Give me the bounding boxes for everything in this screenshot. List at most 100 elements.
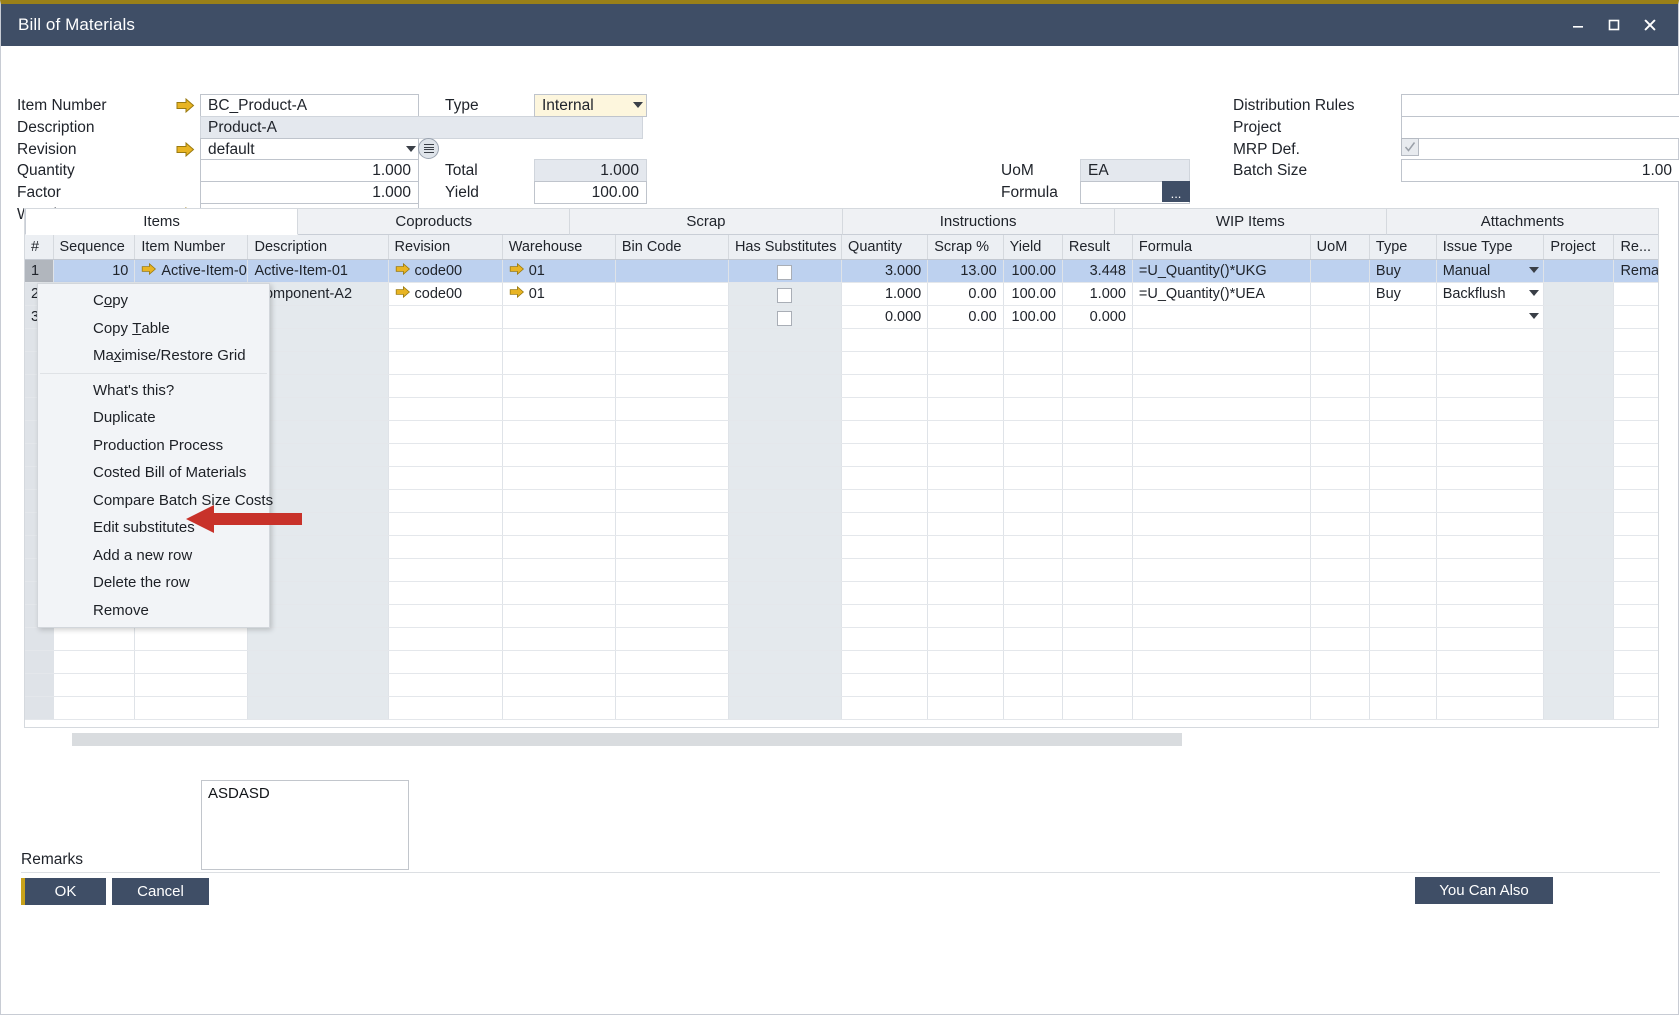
cell-bin-code[interactable] bbox=[615, 558, 728, 581]
context-menu-item-duplicate[interactable]: Duplicate bbox=[38, 404, 269, 432]
cell-project[interactable] bbox=[1544, 581, 1614, 604]
cell-warehouse[interactable] bbox=[502, 558, 615, 581]
col-scrap-pct[interactable]: Scrap % bbox=[928, 235, 1003, 259]
cell-issue-type[interactable] bbox=[1436, 604, 1544, 627]
cell-warehouse[interactable] bbox=[502, 650, 615, 673]
cell-formula[interactable] bbox=[1132, 696, 1310, 719]
cell-yield[interactable] bbox=[1003, 374, 1062, 397]
cell-project[interactable] bbox=[1544, 374, 1614, 397]
cell-scrap-pct[interactable] bbox=[928, 581, 1003, 604]
cell-issue-type[interactable] bbox=[1436, 328, 1544, 351]
type-combo[interactable]: Internal bbox=[534, 94, 647, 117]
cell-has-substitutes[interactable] bbox=[728, 443, 841, 466]
type-chevron-down-icon[interactable] bbox=[633, 102, 643, 108]
cell-bin-code[interactable] bbox=[615, 650, 728, 673]
cell-yield[interactable] bbox=[1003, 604, 1062, 627]
cell-remarks[interactable] bbox=[1614, 673, 1658, 696]
cell-formula[interactable] bbox=[1132, 512, 1310, 535]
table-row[interactable] bbox=[25, 673, 1658, 696]
cell-uom[interactable] bbox=[1310, 604, 1369, 627]
cell-uom[interactable] bbox=[1310, 558, 1369, 581]
cell-yield[interactable]: 100.00 bbox=[1003, 305, 1062, 328]
cell-uom[interactable] bbox=[1310, 420, 1369, 443]
col-project[interactable]: Project bbox=[1544, 235, 1614, 259]
cell-issue-type[interactable] bbox=[1436, 627, 1544, 650]
tab-coproducts[interactable]: Coproducts bbox=[298, 209, 570, 235]
cell-quantity[interactable] bbox=[842, 397, 928, 420]
has-substitutes-checkbox[interactable] bbox=[777, 288, 792, 303]
issue-type-chevron-down-icon[interactable] bbox=[1529, 267, 1539, 273]
col-item-number[interactable]: Item Number bbox=[135, 235, 248, 259]
cell-scrap-pct[interactable] bbox=[928, 604, 1003, 627]
cell-project[interactable] bbox=[1544, 489, 1614, 512]
cell-revision[interactable] bbox=[388, 374, 502, 397]
col-issue-type[interactable]: Issue Type bbox=[1436, 235, 1544, 259]
item-number-field[interactable]: BC_Product-A bbox=[200, 94, 419, 117]
cell-bin-code[interactable] bbox=[615, 581, 728, 604]
col-bin-code[interactable]: Bin Code bbox=[615, 235, 728, 259]
context-menu-item-edit-substitutes[interactable]: Edit substitutes bbox=[38, 514, 269, 542]
grid-horizontal-scrollbar-thumb[interactable] bbox=[72, 733, 1182, 746]
cell-formula[interactable] bbox=[1132, 558, 1310, 581]
cell-bin-code[interactable] bbox=[615, 305, 728, 328]
cell-issue-type[interactable]: Backflush bbox=[1436, 282, 1544, 305]
cell-has-substitutes[interactable] bbox=[728, 581, 841, 604]
context-menu-item-add-a-new-row[interactable]: Add a new row bbox=[38, 542, 269, 570]
cell-yield[interactable] bbox=[1003, 696, 1062, 719]
cell-remarks[interactable] bbox=[1614, 351, 1658, 374]
cell-uom[interactable] bbox=[1310, 466, 1369, 489]
cell-warehouse[interactable] bbox=[502, 696, 615, 719]
yield-field[interactable]: 100.00 bbox=[534, 181, 647, 204]
cell-formula[interactable]: =U_Quantity()*UKG bbox=[1132, 259, 1310, 282]
cell-formula[interactable] bbox=[1132, 673, 1310, 696]
cell-remarks[interactable] bbox=[1614, 374, 1658, 397]
cell-bin-code[interactable] bbox=[615, 397, 728, 420]
cell-formula[interactable] bbox=[1132, 650, 1310, 673]
cell-type[interactable] bbox=[1369, 466, 1436, 489]
cell-remarks[interactable] bbox=[1614, 512, 1658, 535]
table-row[interactable] bbox=[25, 650, 1658, 673]
cell-issue-type[interactable] bbox=[1436, 466, 1544, 489]
cell-warehouse[interactable] bbox=[502, 535, 615, 558]
cell-issue-type[interactable] bbox=[1436, 443, 1544, 466]
cell-scrap-pct[interactable] bbox=[928, 696, 1003, 719]
cell-yield[interactable] bbox=[1003, 581, 1062, 604]
cell-item-number[interactable] bbox=[135, 627, 248, 650]
cell-revision[interactable] bbox=[388, 351, 502, 374]
table-row[interactable]: 1 10 Active-Item-01 Active-Item-01 bbox=[25, 259, 1658, 282]
cell-revision[interactable] bbox=[388, 489, 502, 512]
cell-scrap-pct[interactable] bbox=[928, 328, 1003, 351]
context-menu-item-production-process[interactable]: Production Process bbox=[38, 432, 269, 460]
cell-revision[interactable]: code00 bbox=[388, 282, 502, 305]
cell-uom[interactable] bbox=[1310, 305, 1369, 328]
cell-type[interactable] bbox=[1369, 305, 1436, 328]
cell-has-substitutes[interactable] bbox=[728, 374, 841, 397]
you-can-also-button[interactable]: You Can Also bbox=[1415, 877, 1553, 904]
context-menu-item-whats-this[interactable]: What's this? bbox=[38, 377, 269, 405]
cell-issue-type[interactable] bbox=[1436, 535, 1544, 558]
grid-horizontal-scrollbar-track[interactable] bbox=[24, 732, 1659, 747]
table-row[interactable] bbox=[25, 696, 1658, 719]
minimize-icon[interactable] bbox=[1560, 7, 1596, 43]
cell-project[interactable] bbox=[1544, 466, 1614, 489]
cell-issue-type[interactable] bbox=[1436, 397, 1544, 420]
cell-remarks[interactable] bbox=[1614, 420, 1658, 443]
cell-project[interactable] bbox=[1544, 535, 1614, 558]
item-number-link-arrow-icon[interactable] bbox=[176, 98, 195, 113]
cell-warehouse[interactable] bbox=[502, 420, 615, 443]
cell-quantity[interactable]: 3.000 bbox=[842, 259, 928, 282]
context-menu-item-costed-bill-of-materials[interactable]: Costed Bill of Materials bbox=[38, 459, 269, 487]
cell-issue-type[interactable] bbox=[1436, 696, 1544, 719]
cell-yield[interactable] bbox=[1003, 627, 1062, 650]
cell-revision[interactable] bbox=[388, 535, 502, 558]
revision-combo[interactable]: default bbox=[200, 138, 419, 161]
context-menu-item-remove[interactable]: Remove bbox=[38, 597, 269, 625]
cell-sequence[interactable] bbox=[53, 650, 135, 673]
cell-scrap-pct[interactable] bbox=[928, 489, 1003, 512]
tab-wip-items[interactable]: WIP Items bbox=[1115, 209, 1387, 235]
cell-type[interactable] bbox=[1369, 328, 1436, 351]
cell-uom[interactable] bbox=[1310, 351, 1369, 374]
cell-item-number[interactable] bbox=[135, 650, 248, 673]
cell-scrap-pct[interactable] bbox=[928, 512, 1003, 535]
cell-yield[interactable] bbox=[1003, 650, 1062, 673]
